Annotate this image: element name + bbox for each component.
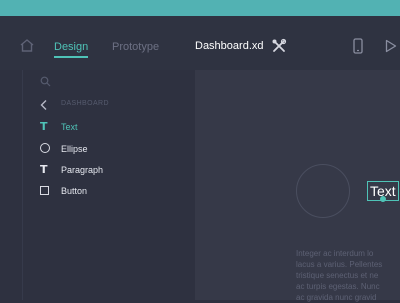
sidebar-item-paragraph[interactable]: Paragraph bbox=[61, 165, 103, 175]
button-icon bbox=[40, 186, 49, 195]
paragraph-line: ac turpis egestas. Nunc bbox=[296, 282, 380, 291]
active-tab-indicator bbox=[54, 56, 88, 58]
play-icon[interactable] bbox=[385, 39, 397, 58]
canvas-ellipse[interactable] bbox=[296, 164, 350, 218]
canvas-paragraph[interactable]: Integer ac interdum lo lacus a varius. P… bbox=[296, 248, 400, 303]
sidebar-item-ellipse[interactable]: Ellipse bbox=[61, 144, 88, 154]
ellipse-icon bbox=[40, 143, 50, 153]
top-accent-bar bbox=[0, 0, 400, 16]
search-icon[interactable] bbox=[40, 74, 51, 92]
sidebar-item-button[interactable]: Button bbox=[61, 186, 87, 196]
tab-design[interactable]: Design bbox=[54, 40, 88, 54]
home-icon[interactable] bbox=[19, 38, 35, 58]
sidebar-divider bbox=[22, 70, 23, 300]
paragraph-line: ac gravida nunc gravid bbox=[296, 293, 377, 302]
sidebar-item-text[interactable]: Text bbox=[61, 122, 78, 132]
section-label: DASHBOARD bbox=[61, 100, 109, 107]
paragraph-line: Integer ac interdum lo bbox=[296, 249, 374, 258]
tab-prototype[interactable]: Prototype bbox=[112, 40, 159, 54]
document-title: Dashboard.xd bbox=[195, 40, 264, 52]
chevron-left-icon[interactable] bbox=[39, 98, 49, 116]
paragraph-line: lacus a varius. Pellentes bbox=[296, 260, 383, 269]
tools-icon[interactable] bbox=[271, 38, 287, 59]
resize-handle[interactable] bbox=[380, 196, 386, 202]
paragraph-icon: T bbox=[40, 163, 48, 176]
text-icon: T bbox=[40, 120, 48, 133]
mobile-device-icon[interactable] bbox=[353, 38, 363, 59]
paragraph-line: tristique senectus et ne bbox=[296, 271, 379, 280]
